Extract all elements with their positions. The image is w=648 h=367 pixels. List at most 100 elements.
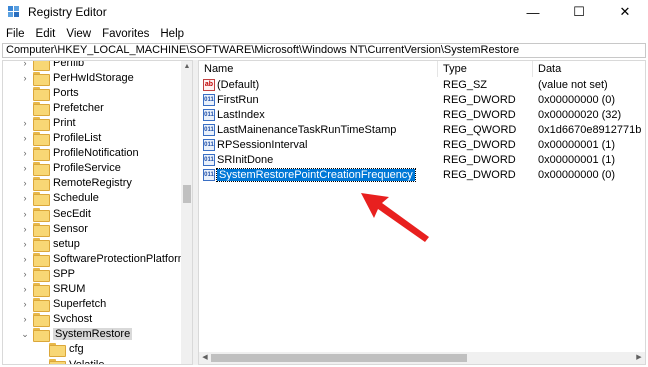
value-name: SRInitDone [217, 154, 274, 166]
expand-chevron-icon[interactable]: › [20, 61, 30, 70]
red-arrow-annotation [361, 193, 429, 242]
scroll-up-icon[interactable]: ▲ [181, 61, 192, 73]
menu-help[interactable]: Help [160, 28, 184, 40]
tree-item-label: Ports [53, 86, 79, 99]
column-header-data[interactable]: Data [538, 63, 561, 75]
scroll-left-icon[interactable]: ◀ [199, 352, 211, 364]
tree-item[interactable]: › ProfileList [20, 131, 101, 146]
binary-value-icon: 011 [203, 139, 215, 151]
tree-item[interactable]: Prefetcher [20, 100, 104, 116]
scroll-right-icon[interactable]: ▶ [633, 352, 645, 364]
expand-chevron-icon[interactable]: › [20, 131, 30, 146]
expand-chevron-icon[interactable]: › [20, 115, 30, 130]
folder-icon [33, 252, 50, 267]
tree-item[interactable]: › setup [20, 236, 80, 252]
value-type: REG_DWORD [443, 94, 516, 106]
value-row[interactable]: 011 SystemRestorePointCreationFrequency RE… [199, 168, 645, 183]
tree-item[interactable]: cfg [36, 342, 84, 358]
key-tree-pane[interactable]: › Perflib › PerHwIdStorage Ports Prefetcher › P… [2, 60, 193, 365]
expand-chevron-icon[interactable]: › [20, 251, 30, 266]
expand-chevron-icon[interactable]: › [20, 206, 30, 221]
close-button[interactable]: ✕ [602, 0, 648, 24]
menu-edit[interactable]: Edit [36, 28, 56, 40]
folder-icon [33, 162, 50, 177]
folder-icon [33, 237, 50, 252]
tree-item[interactable]: › ProfileNotification [20, 146, 139, 162]
tree-item-label: SecEdit [53, 207, 91, 220]
list-header: Name Type Data [199, 61, 645, 77]
tree-item[interactable]: › RemoteRegistry [20, 176, 132, 192]
vertical-scroll-thumb[interactable] [183, 185, 191, 203]
tree-item[interactable]: › Perflib [20, 61, 84, 71]
tree-item-label: cfg [69, 343, 84, 356]
folder-icon [33, 298, 50, 313]
tree-item[interactable]: › SPP [20, 266, 75, 282]
tree-item[interactable]: › SecEdit [20, 206, 91, 222]
column-divider[interactable] [437, 61, 438, 77]
tree-item[interactable]: › SRUM [20, 282, 85, 297]
tree-item[interactable]: › Print [20, 115, 76, 131]
tree-item-label: Volatile [69, 358, 105, 365]
expand-chevron-icon[interactable]: › [20, 176, 30, 191]
tree-item[interactable]: Ports [20, 85, 79, 101]
tree-item-label: Print [53, 116, 76, 129]
value-row[interactable]: ab (Default) REG_SZ (value not set) [199, 78, 645, 93]
expand-chevron-icon[interactable]: › [20, 282, 30, 297]
expand-chevron-icon[interactable]: › [20, 161, 30, 176]
horizontal-scroll-thumb[interactable] [211, 354, 467, 362]
value-data: 0x00000020 (32) [538, 109, 622, 121]
expand-chevron-icon[interactable]: ⌄ [20, 327, 30, 342]
column-divider[interactable] [532, 61, 533, 77]
expand-chevron-icon[interactable]: › [20, 146, 30, 161]
tree-item[interactable]: › Schedule [20, 191, 99, 207]
value-name: FirstRun [217, 94, 259, 106]
value-type: REG_DWORD [443, 109, 516, 121]
tree-item[interactable]: › Superfetch [20, 297, 106, 313]
tree-item[interactable]: › SoftwareProtectionPlatform [20, 251, 187, 267]
expand-chevron-icon[interactable]: › [20, 312, 30, 327]
vertical-scrollbar[interactable]: ▲ [181, 61, 192, 364]
expand-chevron-icon[interactable]: › [20, 266, 30, 281]
tree-item[interactable]: › PerHwIdStorage [20, 70, 134, 86]
minimize-button[interactable]: — [510, 0, 556, 24]
tree-item-label: SRUM [53, 283, 86, 295]
value-row[interactable]: 011 LastIndex REG_DWORD 0x00000020 (32) [199, 108, 645, 123]
menu-file[interactable]: File [6, 28, 25, 40]
folder-icon [33, 313, 50, 328]
value-row[interactable]: 011 SRInitDone REG_DWORD 0x00000001 (1) [199, 153, 645, 168]
no-expand-spacer [20, 85, 30, 100]
value-row[interactable]: 011 RPSessionInterval REG_DWORD 0x00000001 … [199, 138, 645, 153]
expand-chevron-icon[interactable]: › [20, 70, 30, 85]
tree-item-label: Sensor [53, 222, 88, 235]
folder-icon [33, 86, 50, 101]
value-type: REG_QWORD [443, 124, 517, 136]
address-bar[interactable]: Computer\HKEY_LOCAL_MACHINE\SOFTWARE\Mic… [2, 43, 646, 58]
tree-item-label: PerHwIdStorage [53, 71, 134, 84]
binary-value-icon: 011 [203, 124, 215, 136]
title-bar: Registry Editor — ☐ ✕ [0, 0, 648, 24]
value-row[interactable]: 011 LastMainenanceTaskRunTimeStamp REG_QWO… [199, 123, 645, 138]
folder-icon [33, 283, 50, 297]
folder-icon [33, 61, 50, 71]
menu-view[interactable]: View [66, 28, 91, 40]
folder-icon [33, 328, 50, 343]
tree-item[interactable]: › Sensor [20, 221, 88, 237]
expand-chevron-icon[interactable]: › [20, 236, 30, 251]
folder-icon [33, 116, 50, 131]
maximize-button[interactable]: ☐ [556, 0, 602, 24]
expand-chevron-icon[interactable]: › [20, 297, 30, 312]
folder-icon [33, 207, 50, 222]
tree-item-label: ProfileNotification [53, 147, 139, 160]
expand-chevron-icon[interactable]: › [20, 191, 30, 206]
tree-item[interactable]: Volatile [36, 357, 105, 365]
tree-item[interactable]: › ProfileService [20, 161, 121, 177]
expand-chevron-icon[interactable]: › [20, 221, 30, 236]
tree-item[interactable]: › Svchost [20, 312, 92, 328]
value-row[interactable]: 011 FirstRun REG_DWORD 0x00000000 (0) [199, 93, 645, 108]
column-header-name[interactable]: Name [204, 63, 233, 75]
column-header-type[interactable]: Type [443, 63, 467, 75]
tree-item-label: setup [53, 237, 80, 250]
tree-item[interactable]: ⌄ SystemRestore [20, 327, 133, 343]
menu-favorites[interactable]: Favorites [102, 28, 149, 40]
horizontal-scrollbar[interactable]: ◀ ▶ [199, 352, 645, 364]
